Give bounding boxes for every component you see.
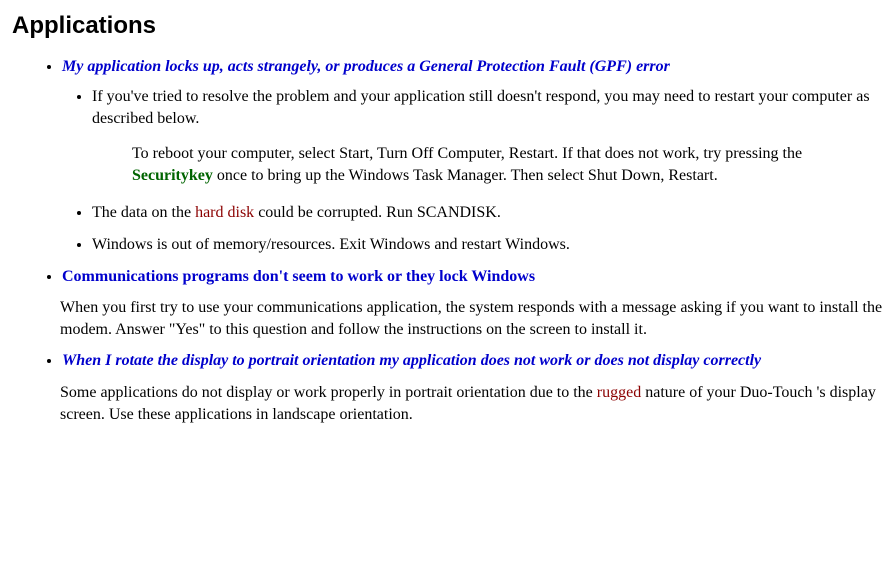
gpf-item-memory: Windows is out of memory/resources. Exit… (92, 234, 883, 256)
gpf-hd-pre: The data on the (92, 204, 195, 221)
gpf-sub-list: If you've tried to resolve the problem a… (62, 86, 883, 256)
gpf-memory-text: Windows is out of memory/resources. Exit… (92, 236, 570, 253)
page-title: Applications (12, 10, 883, 42)
rugged-link[interactable]: rugged (597, 384, 641, 401)
gpf-reboot-para: To reboot your computer, select Start, T… (92, 143, 883, 186)
topic-item-rotate: When I rotate the display to portrait or… (62, 350, 883, 372)
topic-title-gpf: My application locks up, acts strangely,… (62, 58, 670, 75)
comms-body: When you first try to use your communica… (60, 297, 883, 340)
rotate-body-block: Some applications do not display or work… (60, 382, 883, 425)
topic-list-2: When I rotate the display to portrait or… (12, 350, 883, 372)
gpf-reboot-post: once to bring up the Windows Task Manage… (213, 167, 718, 184)
gpf-reboot-pre: To reboot your computer, select Start, T… (132, 145, 802, 162)
topic-list: My application locks up, acts strangely,… (12, 56, 883, 287)
topic-item-comms: Communications programs don't seem to wo… (62, 266, 883, 288)
topic-title-rotate: When I rotate the display to portrait or… (62, 352, 761, 369)
topic-title-comms: Communications programs don't seem to wo… (62, 268, 535, 285)
topic-item-gpf: My application locks up, acts strangely,… (62, 56, 883, 255)
rotate-body: Some applications do not display or work… (60, 382, 883, 425)
rotate-body-pre: Some applications do not display or work… (60, 384, 597, 401)
security-key-link[interactable]: Securitykey (132, 167, 213, 184)
hard-disk-link[interactable]: hard disk (195, 204, 254, 221)
gpf-hd-post: could be corrupted. Run SCANDISK. (254, 204, 501, 221)
gpf-restart-text: If you've tried to resolve the problem a… (92, 88, 870, 127)
gpf-item-harddisk: The data on the hard disk could be corru… (92, 202, 883, 224)
comms-body-block: When you first try to use your communica… (60, 297, 883, 340)
gpf-item-restart: If you've tried to resolve the problem a… (92, 86, 883, 186)
